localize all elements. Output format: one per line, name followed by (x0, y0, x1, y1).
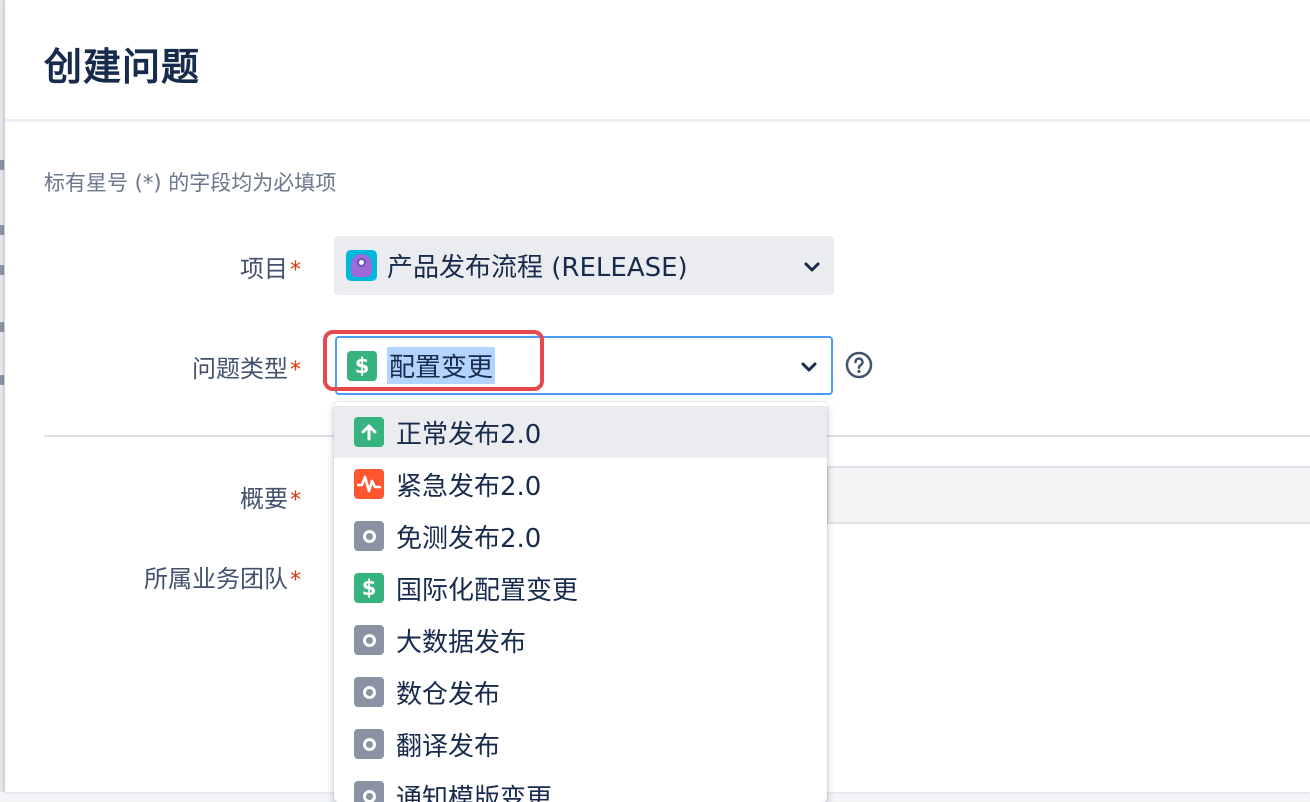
option-label: 免测发布2.0 (396, 518, 541, 555)
background-mark (0, 225, 4, 235)
dropdown-option[interactable]: $ 国际化配置变更 (334, 562, 827, 614)
circle-icon (354, 625, 384, 655)
issue-type-label-text: 问题类型 (192, 355, 288, 383)
option-label: 正常发布2.0 (396, 414, 541, 451)
issue-type-select-value[interactable]: 配置变更 (387, 347, 495, 384)
dollar-icon: $ (347, 351, 377, 381)
background-mark (0, 322, 4, 332)
team-label: 所属业务团队* (144, 559, 301, 594)
dropdown-option[interactable]: 紧急发布2.0 (334, 458, 827, 510)
summary-label-text: 概要 (240, 485, 288, 513)
required-star: * (290, 258, 301, 283)
project-select[interactable]: 产品发布流程 (RELEASE) (334, 236, 834, 295)
project-label: 项目* (240, 249, 301, 284)
background-mark (0, 375, 4, 385)
dropdown-option[interactable]: 数仓发布 (334, 666, 827, 718)
issue-type-dropdown: 正常发布2.0 紧急发布2.0 免测发布2.0 $ 国际化配置变更 大数据发布 … (334, 402, 827, 802)
required-fields-note: 标有星号 (*) 的字段均为必填项 (44, 167, 336, 197)
project-label-text: 项目 (240, 255, 288, 283)
create-issue-dialog: 创建问题 标有星号 (*) 的字段均为必填项 项目* 产品发布流程 (RELEA… (5, 0, 1310, 792)
dollar-icon: $ (354, 573, 384, 603)
dialog-header: 创建问题 (5, 0, 1310, 122)
option-label: 通知模版变更 (396, 778, 552, 802)
project-select-value: 产品发布流程 (RELEASE) (387, 247, 688, 284)
summary-input[interactable] (827, 466, 1310, 524)
dropdown-option[interactable]: 通知模版变更 (334, 770, 827, 802)
dropdown-option[interactable]: 翻译发布 (334, 718, 827, 770)
background-mark (0, 265, 4, 275)
summary-label: 概要* (240, 479, 301, 514)
chevron-down-icon[interactable] (799, 357, 819, 377)
project-avatar-icon (346, 250, 377, 281)
required-star: * (290, 488, 301, 513)
circle-icon (354, 521, 384, 551)
issue-type-label: 问题类型* (192, 349, 301, 384)
option-label: 大数据发布 (396, 622, 526, 659)
circle-icon (354, 677, 384, 707)
option-label: 翻译发布 (396, 726, 500, 763)
option-label: 国际化配置变更 (396, 570, 578, 607)
issue-type-select[interactable]: $ 配置变更 (335, 336, 833, 395)
team-label-text: 所属业务团队 (144, 565, 288, 593)
option-label: 紧急发布2.0 (396, 466, 541, 503)
dropdown-option[interactable]: 免测发布2.0 (334, 510, 827, 562)
option-label: 数仓发布 (396, 674, 500, 711)
arrow-up-icon (354, 417, 384, 447)
background-mark (0, 160, 4, 170)
dropdown-option[interactable]: 大数据发布 (334, 614, 827, 666)
chevron-down-icon (802, 257, 822, 277)
required-star: * (290, 358, 301, 383)
required-star: * (290, 568, 301, 593)
help-icon[interactable] (845, 351, 873, 379)
circle-icon (354, 729, 384, 759)
dialog-title: 创建问题 (44, 36, 200, 91)
dropdown-option[interactable]: 正常发布2.0 (334, 406, 827, 458)
pulse-icon (354, 469, 384, 499)
